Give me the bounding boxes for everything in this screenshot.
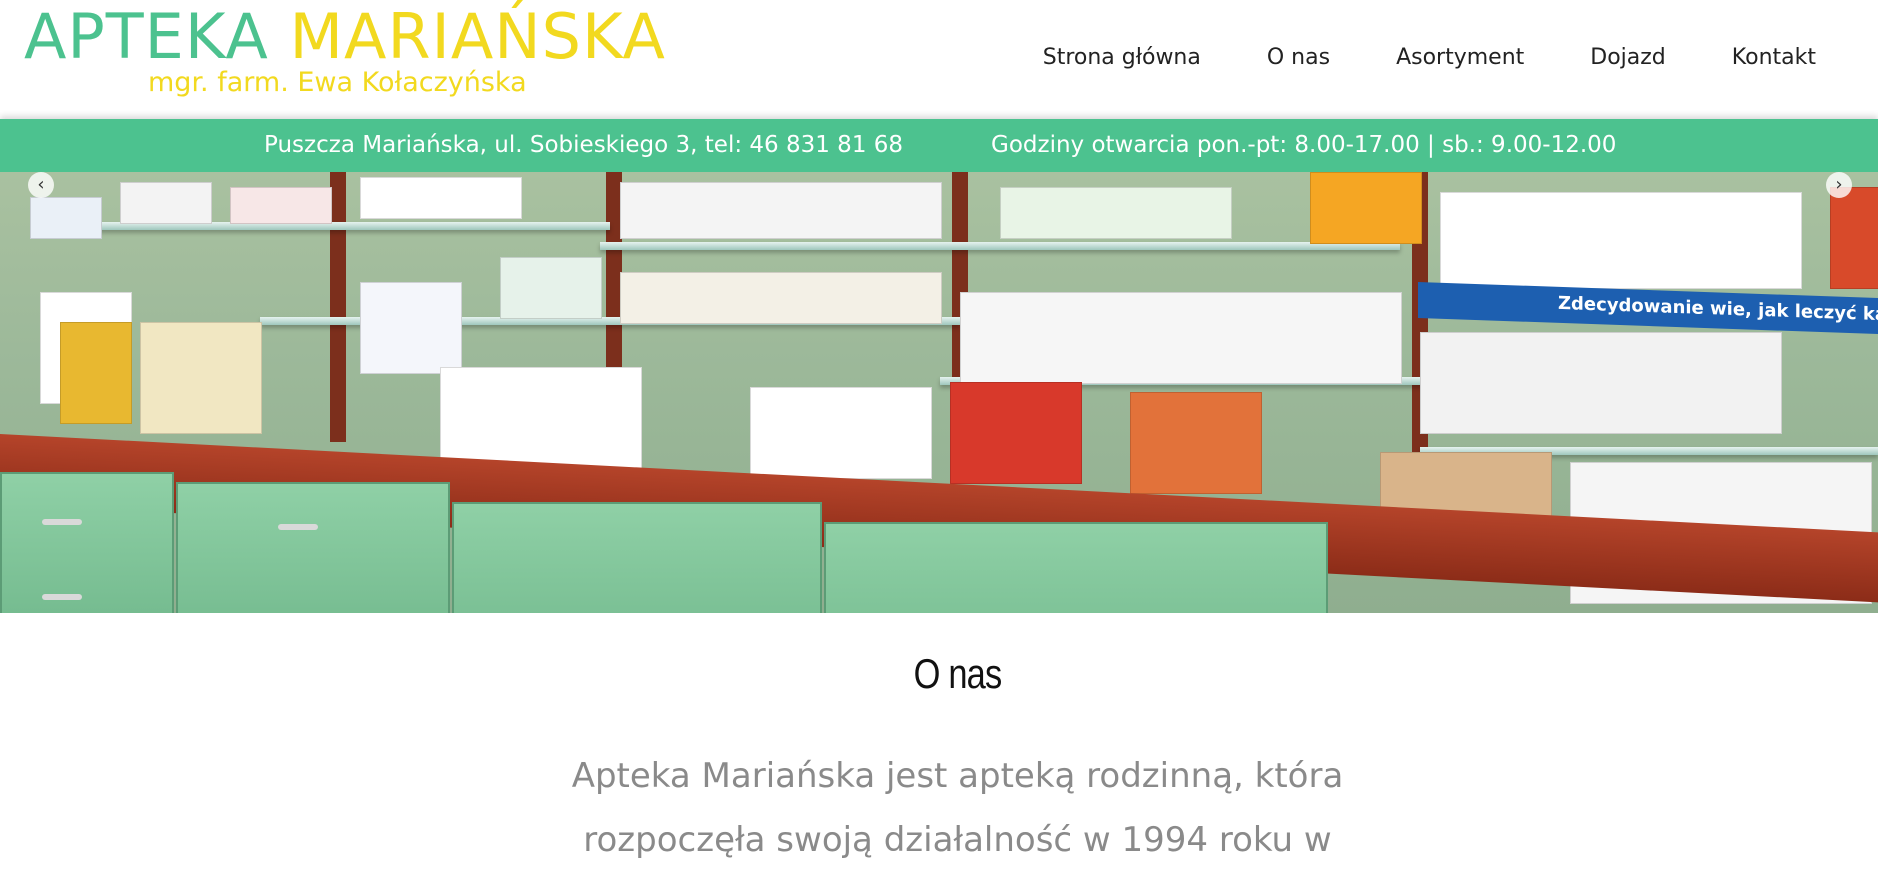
- logo-subtitle: mgr. farm. Ewa Kołaczyńska: [148, 67, 527, 98]
- nav-item-directions[interactable]: Dojazd: [1590, 40, 1666, 76]
- product-box: [750, 387, 932, 479]
- shelf-pillar: [330, 172, 346, 442]
- product-box: [360, 177, 522, 219]
- product-box: [1440, 192, 1802, 289]
- product-box: [620, 272, 942, 324]
- site-logo[interactable]: APTEKA MARIAŃSKA mgr. farm. Ewa Kołaczyń…: [24, 2, 704, 102]
- cabinet: [452, 502, 822, 613]
- product-box: [1000, 187, 1232, 239]
- product-box: [950, 382, 1082, 484]
- cabinet-handle: [42, 594, 82, 600]
- contact-info-bar: Puszcza Mariańska, ul. Sobieskiego 3, te…: [0, 119, 1878, 172]
- chevron-right-icon: ›: [1835, 174, 1843, 195]
- main-nav: Strona główna O nas Asortyment Dojazd Ko…: [1043, 40, 1816, 76]
- nav-item-assortment[interactable]: Asortyment: [1396, 40, 1524, 76]
- product-box: [1830, 187, 1878, 289]
- site-header: APTEKA MARIAŃSKA mgr. farm. Ewa Kołaczyń…: [0, 0, 1878, 116]
- shelf: [600, 242, 1400, 250]
- product-box: [30, 197, 102, 239]
- logo-title-part1: APTEKA: [24, 0, 269, 73]
- slider-next-button[interactable]: ›: [1826, 172, 1852, 198]
- promo-banner-text: Zdecydowanie wie, jak leczyć kaszel.: [1558, 292, 1878, 327]
- product-box: [120, 182, 212, 224]
- product-box: [1130, 392, 1262, 494]
- slider-image: Zdecydowanie wie, jak leczyć kaszel.: [0, 172, 1878, 613]
- cabinet: [0, 472, 174, 613]
- product-box: [1310, 172, 1422, 244]
- product-box: [360, 282, 462, 374]
- address-text: Puszcza Mariańska, ul. Sobieskiego 3, te…: [264, 132, 904, 158]
- section-title-about: O nas: [913, 650, 1003, 697]
- product-box: [1420, 332, 1782, 434]
- nav-item-about[interactable]: O nas: [1267, 40, 1330, 76]
- hero-slider: Zdecydowanie wie, jak leczyć kaszel. ‹ ›: [0, 172, 1878, 613]
- product-box: [230, 187, 332, 224]
- logo-title: APTEKA MARIAŃSKA: [24, 2, 666, 72]
- chevron-left-icon: ‹: [37, 174, 45, 195]
- product-promo-banner: Zdecydowanie wie, jak leczyć kaszel.: [1418, 281, 1878, 335]
- product-box: [960, 292, 1402, 384]
- nav-item-home[interactable]: Strona główna: [1043, 40, 1201, 76]
- page: APTEKA MARIAŃSKA mgr. farm. Ewa Kołaczyń…: [0, 0, 1878, 878]
- product-box: [620, 182, 942, 239]
- about-paragraph: Apteka Mariańska jest apteką rodzinną, k…: [571, 756, 1344, 860]
- nav-item-contact[interactable]: Kontakt: [1732, 40, 1816, 76]
- product-box: [500, 257, 602, 319]
- cabinet-handle: [42, 519, 82, 525]
- product-box: [60, 322, 132, 424]
- cabinet-handle: [278, 524, 318, 530]
- slider-prev-button[interactable]: ‹: [28, 172, 54, 198]
- opening-hours-text: Godziny otwarcia pon.-pt: 8.00-17.00 | s…: [991, 132, 1617, 158]
- cabinet: [176, 482, 450, 613]
- logo-title-part2: MARIAŃSKA: [289, 0, 666, 73]
- product-box: [140, 322, 262, 434]
- cabinet: [824, 522, 1328, 613]
